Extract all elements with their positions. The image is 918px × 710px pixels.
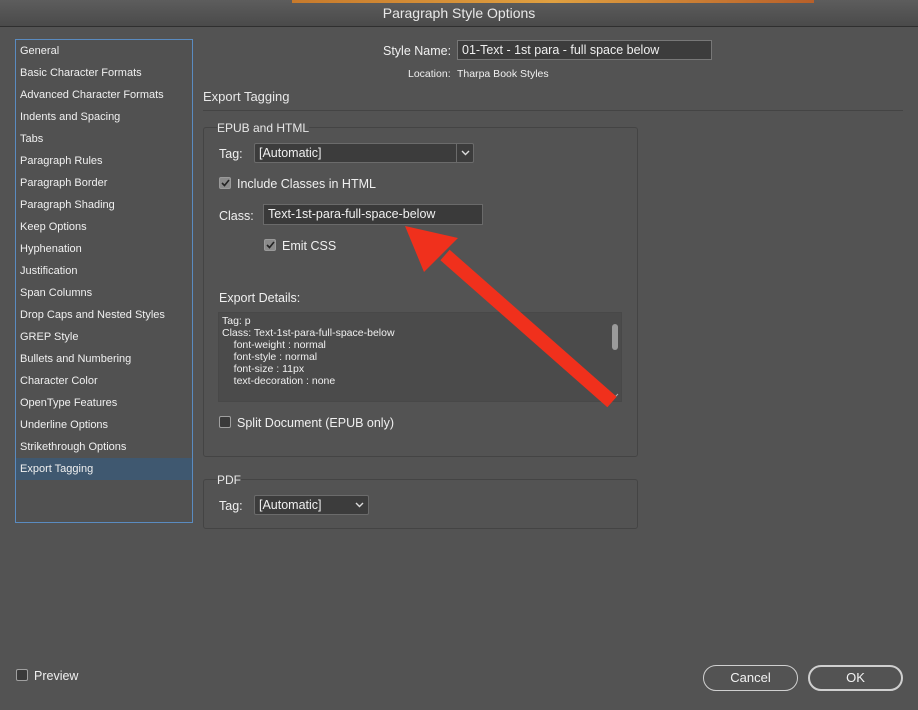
annotation-arrow-icon [405,226,617,408]
preview-checkbox[interactable] [16,669,28,681]
ok-button[interactable]: OK [808,665,903,691]
preview-label: Preview [34,669,79,683]
cancel-button[interactable]: Cancel [703,665,798,691]
